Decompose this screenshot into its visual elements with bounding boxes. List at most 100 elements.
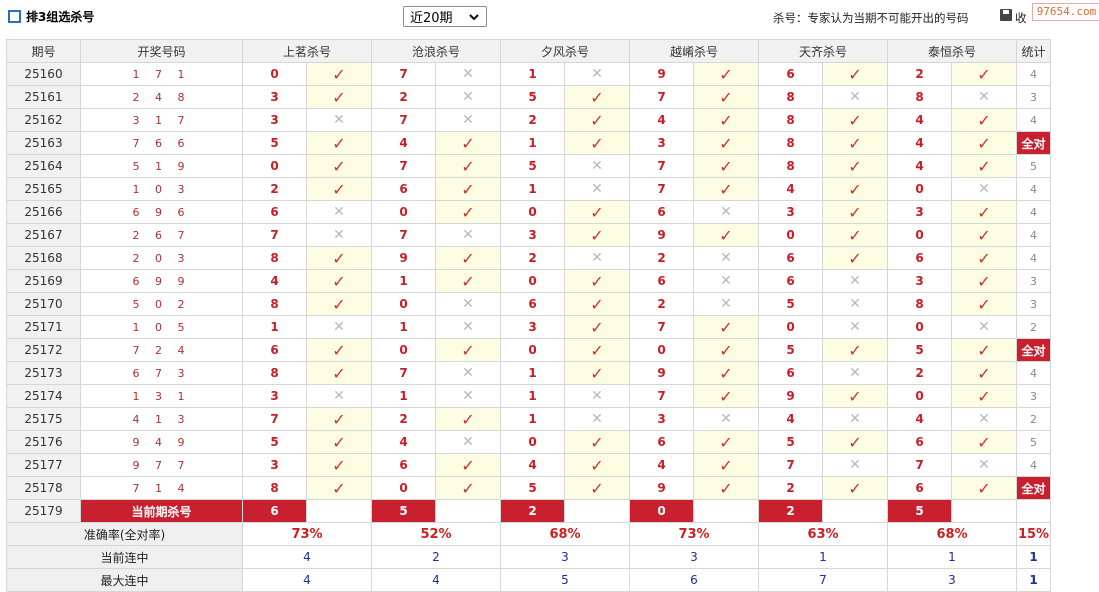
kill-number-cell: 6 <box>500 292 565 316</box>
check-mark-icon: ✓ <box>848 432 862 452</box>
check-mark-icon: ✓ <box>590 340 604 360</box>
table-row: 25167 2 6 7 7 ✕ 7 ✕ 3 ✓ 9 ✓ 0 ✓ 0 ✓ 4 <box>6 223 1051 247</box>
check-mark-icon: ✓ <box>590 317 604 337</box>
hit-result-cell: ✓ <box>435 177 501 201</box>
miss-result-cell: ✕ <box>435 315 501 339</box>
issue-cell: 25172 <box>6 338 81 362</box>
check-mark-icon: ✓ <box>719 87 733 107</box>
kill-number-cell: 5 <box>242 430 307 454</box>
col-draw: 开奖号码 <box>80 39 243 63</box>
miss-result-cell: ✕ <box>435 85 501 109</box>
hit-result-cell: ✓ <box>564 292 630 316</box>
check-mark-icon: ✓ <box>719 133 733 153</box>
current-kill-number: 6 <box>242 499 307 523</box>
kill-number-cell: 4 <box>500 453 565 477</box>
kill-number-cell: 6 <box>629 200 694 224</box>
kill-number-cell: 3 <box>242 85 307 109</box>
kill-number-note: 杀号：专家认为当期不可能开出的号码 <box>773 11 969 25</box>
table-row: 25177 9 7 7 3 ✓ 6 ✓ 4 ✓ 4 ✓ 7 ✕ 7 ✕ 4 <box>6 453 1051 477</box>
hit-result-cell: ✓ <box>822 108 888 132</box>
check-mark-icon: ✓ <box>719 455 733 475</box>
table-row: 25176 9 4 9 5 ✓ 4 ✕ 0 ✓ 6 ✓ 5 ✓ 6 ✓ 5 <box>6 430 1051 454</box>
check-mark-icon: ✓ <box>977 110 991 130</box>
hit-result-cell: ✓ <box>306 453 372 477</box>
hit-result-cell: ✓ <box>951 361 1017 385</box>
kill-number-cell: 5 <box>242 131 307 155</box>
hit-result-cell: ✓ <box>435 338 501 362</box>
table-row: 25165 1 0 3 2 ✓ 6 ✓ 1 ✕ 7 ✓ 4 ✓ 0 ✕ 4 <box>6 177 1051 201</box>
kill-number-cell: 8 <box>887 292 952 316</box>
check-mark-icon: ✓ <box>590 87 604 107</box>
check-mark-icon: ✓ <box>590 110 604 130</box>
top-bar: 排3组选杀号 近20期 杀号：专家认为当期不可能开出的号码 收 97654.co… <box>0 0 1099 36</box>
check-mark-icon: ✓ <box>719 225 733 245</box>
hit-result-cell: ✓ <box>306 131 372 155</box>
check-mark-icon: ✓ <box>332 64 346 84</box>
check-mark-icon: ✓ <box>719 110 733 130</box>
kill-number-cell: 4 <box>371 131 436 155</box>
check-mark-icon: ✓ <box>332 455 346 475</box>
square-icon <box>8 10 21 23</box>
draw-number-cell: 7 6 6 <box>80 131 243 155</box>
miss-result-cell: ✕ <box>693 292 759 316</box>
table-row: 25175 4 1 3 7 ✓ 2 ✓ 1 ✕ 3 ✕ 4 ✕ 4 ✕ 2 <box>6 407 1051 431</box>
check-mark-icon: ✓ <box>461 455 475 475</box>
table-row: 25172 7 2 4 6 ✓ 0 ✓ 0 ✓ 0 ✓ 5 ✓ 5 ✓ 全对 <box>6 338 1051 362</box>
col-stat: 统计 <box>1016 39 1051 63</box>
period-select[interactable]: 近20期 <box>403 6 487 27</box>
blank-cell <box>951 499 1017 523</box>
kill-number-cell: 2 <box>629 292 694 316</box>
kill-number-cell: 0 <box>758 315 823 339</box>
kill-number-cell: 8 <box>758 85 823 109</box>
miss-result-cell: ✕ <box>822 361 888 385</box>
kill-number-cell: 6 <box>371 177 436 201</box>
summary-label: 准确率(全对率) <box>6 522 243 546</box>
kill-number-cell: 7 <box>758 453 823 477</box>
kill-number-cell: 2 <box>887 62 952 86</box>
stat-cell: 3 <box>1016 85 1051 109</box>
check-mark-icon: ✓ <box>461 271 475 291</box>
check-mark-icon: ✓ <box>590 363 604 383</box>
cross-mark-icon: ✕ <box>978 89 990 105</box>
cross-mark-icon: ✕ <box>591 181 603 197</box>
summary-row: 当前连中 4 2 3 3 1 1 1 <box>6 545 1051 569</box>
kill-number-cell: 7 <box>371 108 436 132</box>
miss-result-cell: ✕ <box>435 384 501 408</box>
check-mark-icon: ✓ <box>332 409 346 429</box>
check-mark-icon: ✓ <box>977 225 991 245</box>
hit-result-cell: ✓ <box>564 131 630 155</box>
summary-value: 6 <box>629 568 759 592</box>
hit-result-cell: ✓ <box>435 131 501 155</box>
issue-cell: 25161 <box>6 85 81 109</box>
draw-number-cell: 1 7 1 <box>80 62 243 86</box>
save-icon[interactable] <box>1000 9 1012 21</box>
cross-mark-icon: ✕ <box>849 273 861 289</box>
check-mark-icon: ✓ <box>332 432 346 452</box>
hit-result-cell: ✓ <box>822 177 888 201</box>
summary-value: 73% <box>629 522 759 546</box>
kill-number-cell: 5 <box>500 476 565 500</box>
kill-number-cell: 1 <box>371 384 436 408</box>
col-expert-3: 夕风杀号 <box>500 39 630 63</box>
kill-number-cell: 0 <box>758 223 823 247</box>
hit-result-cell: ✓ <box>693 177 759 201</box>
check-mark-icon: ✓ <box>332 156 346 176</box>
check-mark-icon: ✓ <box>332 340 346 360</box>
cross-mark-icon: ✕ <box>591 411 603 427</box>
check-mark-icon: ✓ <box>848 202 862 222</box>
kill-number-cell: 3 <box>242 108 307 132</box>
summary-value: 7 <box>758 568 888 592</box>
check-mark-icon: ✓ <box>719 179 733 199</box>
bookmark-link[interactable]: 收 <box>1015 10 1027 26</box>
table-row: 25164 5 1 9 0 ✓ 7 ✓ 5 ✕ 7 ✓ 8 ✓ 4 ✓ 5 <box>6 154 1051 178</box>
kill-number-table: 期号 开奖号码 上茗杀号 沧浪杀号 夕风杀号 越崤杀号 天齐杀号 泰恒杀号 统计… <box>6 39 1051 592</box>
cross-mark-icon: ✕ <box>333 388 345 404</box>
miss-result-cell: ✕ <box>564 177 630 201</box>
summary-value: 5 <box>500 568 630 592</box>
hit-result-cell: ✓ <box>822 246 888 270</box>
issue-cell: 25179 <box>6 499 81 523</box>
hit-result-cell: ✓ <box>693 315 759 339</box>
all-correct-badge: 全对 <box>1016 131 1051 155</box>
draw-number-cell: 7 2 4 <box>80 338 243 362</box>
check-mark-icon: ✓ <box>461 202 475 222</box>
